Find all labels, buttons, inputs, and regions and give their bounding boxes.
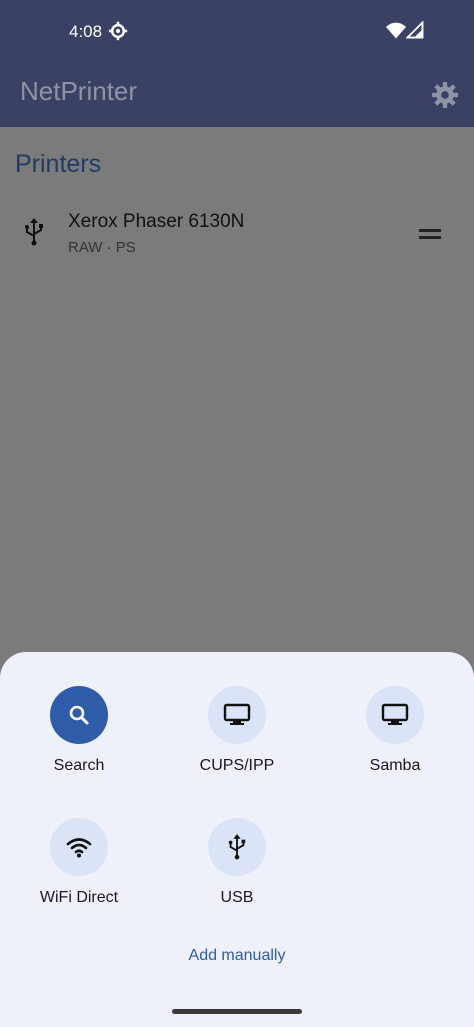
monitor-icon [223, 703, 251, 725]
gesture-nav-handle [172, 1009, 302, 1014]
printer-protocols: RAW · PS [68, 239, 136, 256]
option-wifi-direct[interactable]: WiFi Direct [9, 818, 149, 907]
wifi-icon [66, 838, 92, 858]
wifi-direct-button[interactable] [50, 818, 108, 876]
option-wifi-direct-label: WiFi Direct [39, 889, 119, 906]
option-usb-label: USB [220, 889, 254, 906]
printer-list-item[interactable]: Xerox Phaser 6130N RAW · PS [0, 199, 474, 269]
drag-handle-icon[interactable] [419, 229, 441, 239]
status-time: 4:08 [69, 22, 103, 41]
wifi-status-icon [386, 22, 406, 39]
add-manually-button[interactable]: Add manually [0, 947, 474, 965]
usb-icon [25, 218, 43, 246]
app-title: NetPrinter [20, 76, 138, 106]
usb-button[interactable] [208, 818, 266, 876]
gear-icon [108, 21, 128, 41]
option-samba-label: Samba [369, 757, 421, 774]
usb-icon [228, 834, 246, 860]
search-icon [69, 705, 89, 725]
app-bar: NetPrinter [0, 62, 474, 127]
printer-name: Xerox Phaser 6130N [68, 211, 245, 232]
cups-button[interactable] [208, 686, 266, 744]
option-cups[interactable]: CUPS/IPP [167, 686, 307, 775]
option-cups-label: CUPS/IPP [199, 757, 275, 774]
option-usb[interactable]: USB [167, 818, 307, 907]
add-printer-sheet: Search CUPS/IPP Samba WiFi Direct USB Ad… [0, 652, 474, 1027]
option-search[interactable]: Search [9, 686, 149, 775]
status-bar: 4:08 [0, 0, 474, 62]
search-button[interactable] [50, 686, 108, 744]
option-search-label: Search [53, 757, 105, 774]
option-samba[interactable]: Samba [325, 686, 465, 775]
section-title: Printers [15, 150, 102, 178]
monitor-icon [381, 703, 409, 725]
settings-button[interactable] [428, 78, 462, 112]
signal-icon [406, 21, 424, 39]
gear-icon [432, 82, 458, 108]
samba-button[interactable] [366, 686, 424, 744]
